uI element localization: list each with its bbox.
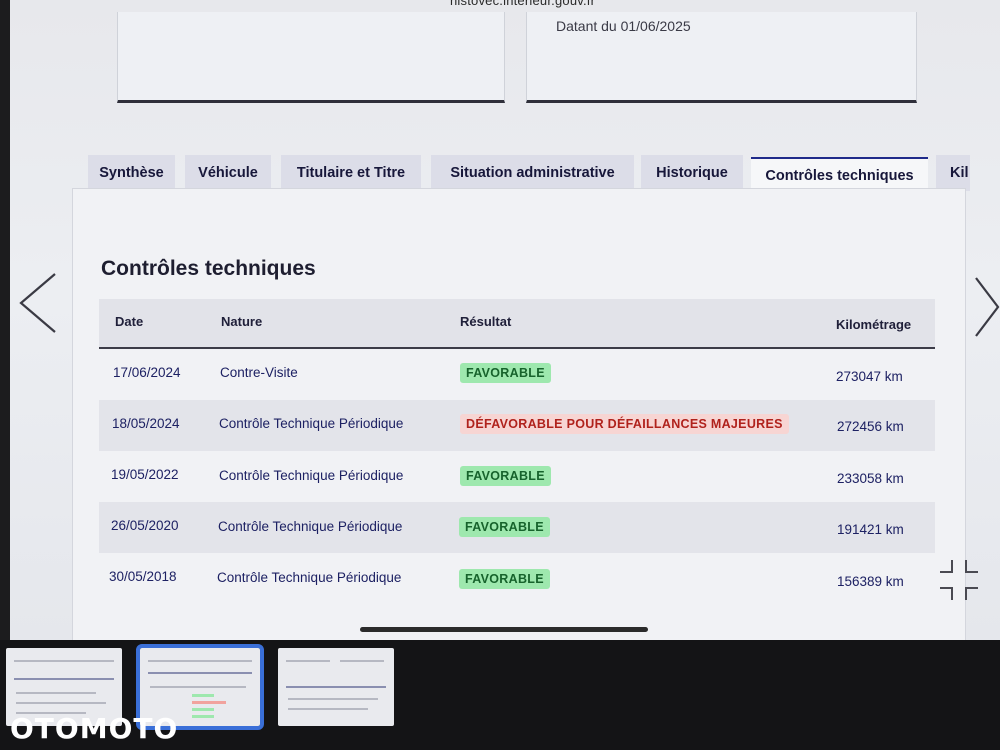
- row-date: 19/05/2022: [111, 467, 179, 482]
- row-nature: Contrôle Technique Périodique: [218, 519, 403, 534]
- table-row: 17/06/2024 Contre-Visite FAVORABLE 27304…: [99, 349, 935, 400]
- table-row: 19/05/2022 Contrôle Technique Périodique…: [99, 451, 935, 502]
- tab-situation-administrative[interactable]: Situation administrative: [431, 155, 634, 191]
- row-kilometrage: 272456 km: [837, 419, 904, 434]
- row-date: 17/06/2024: [113, 365, 181, 380]
- result-badge-favorable: FAVORABLE: [459, 569, 550, 589]
- row-kilometrage: 273047 km: [836, 369, 903, 384]
- info-card-left: [117, 12, 505, 103]
- result-badge-favorable: FAVORABLE: [459, 517, 550, 537]
- photographed-screen: histovec.interieur.gouv.fr Datant du 01/…: [10, 0, 1000, 640]
- row-kilometrage: 233058 km: [837, 471, 904, 486]
- controles-panel: Contrôles techniques Date Nature Résulta…: [72, 188, 966, 640]
- result-badge-favorable: FAVORABLE: [460, 466, 551, 486]
- row-nature: Contrôle Technique Périodique: [219, 416, 404, 431]
- column-header-date: Date: [115, 314, 144, 329]
- result-badge-favorable: FAVORABLE: [460, 363, 551, 383]
- previous-arrow-icon[interactable]: [18, 272, 58, 334]
- tab-titulaire-et-titre[interactable]: Titulaire et Titre: [281, 155, 421, 191]
- row-nature: Contrôle Technique Périodique: [217, 570, 402, 585]
- tab-vehicule[interactable]: Véhicule: [185, 155, 271, 191]
- table-header: Date Nature Résultat Kilométrage: [99, 299, 935, 349]
- row-nature: Contrôle Technique Périodique: [219, 468, 404, 483]
- fullscreen-icon[interactable]: [936, 558, 982, 609]
- browser-url: histovec.interieur.gouv.fr: [450, 0, 596, 8]
- gallery-thumbnail[interactable]: [278, 648, 394, 726]
- info-card-date: Datant du 01/06/2025: [556, 18, 691, 34]
- otomoto-watermark: OTOMOTO: [10, 712, 179, 745]
- column-header-resultat: Résultat: [460, 314, 512, 329]
- controles-table: Date Nature Résultat Kilométrage 17/06/2…: [99, 299, 935, 604]
- row-date: 18/05/2024: [112, 416, 180, 431]
- table-row: 30/05/2018 Contrôle Technique Périodique…: [99, 553, 935, 604]
- tab-historique[interactable]: Historique: [641, 155, 743, 191]
- info-card-right: Datant du 01/06/2025: [526, 12, 917, 103]
- tab-kilometrage[interactable]: Kil: [936, 155, 970, 191]
- row-kilometrage: 156389 km: [837, 574, 904, 589]
- result-badge-defavorable: DÉFAVORABLE POUR DÉFAILLANCES MAJEURES: [460, 414, 789, 434]
- row-date: 30/05/2018: [109, 569, 177, 584]
- next-arrow-icon[interactable]: [974, 276, 1000, 338]
- row-nature: Contre-Visite: [220, 365, 298, 380]
- column-header-nature: Nature: [221, 314, 263, 329]
- table-row: 26/05/2020 Contrôle Technique Périodique…: [99, 502, 935, 553]
- panel-title: Contrôles techniques: [101, 257, 316, 280]
- row-date: 26/05/2020: [111, 518, 179, 533]
- column-header-kilometrage: Kilométrage: [836, 317, 912, 332]
- table-row: 18/05/2024 Contrôle Technique Périodique…: [99, 400, 935, 451]
- home-indicator: [360, 627, 648, 632]
- tab-synthese[interactable]: Synthèse: [88, 155, 175, 191]
- row-kilometrage: 191421 km: [837, 522, 904, 537]
